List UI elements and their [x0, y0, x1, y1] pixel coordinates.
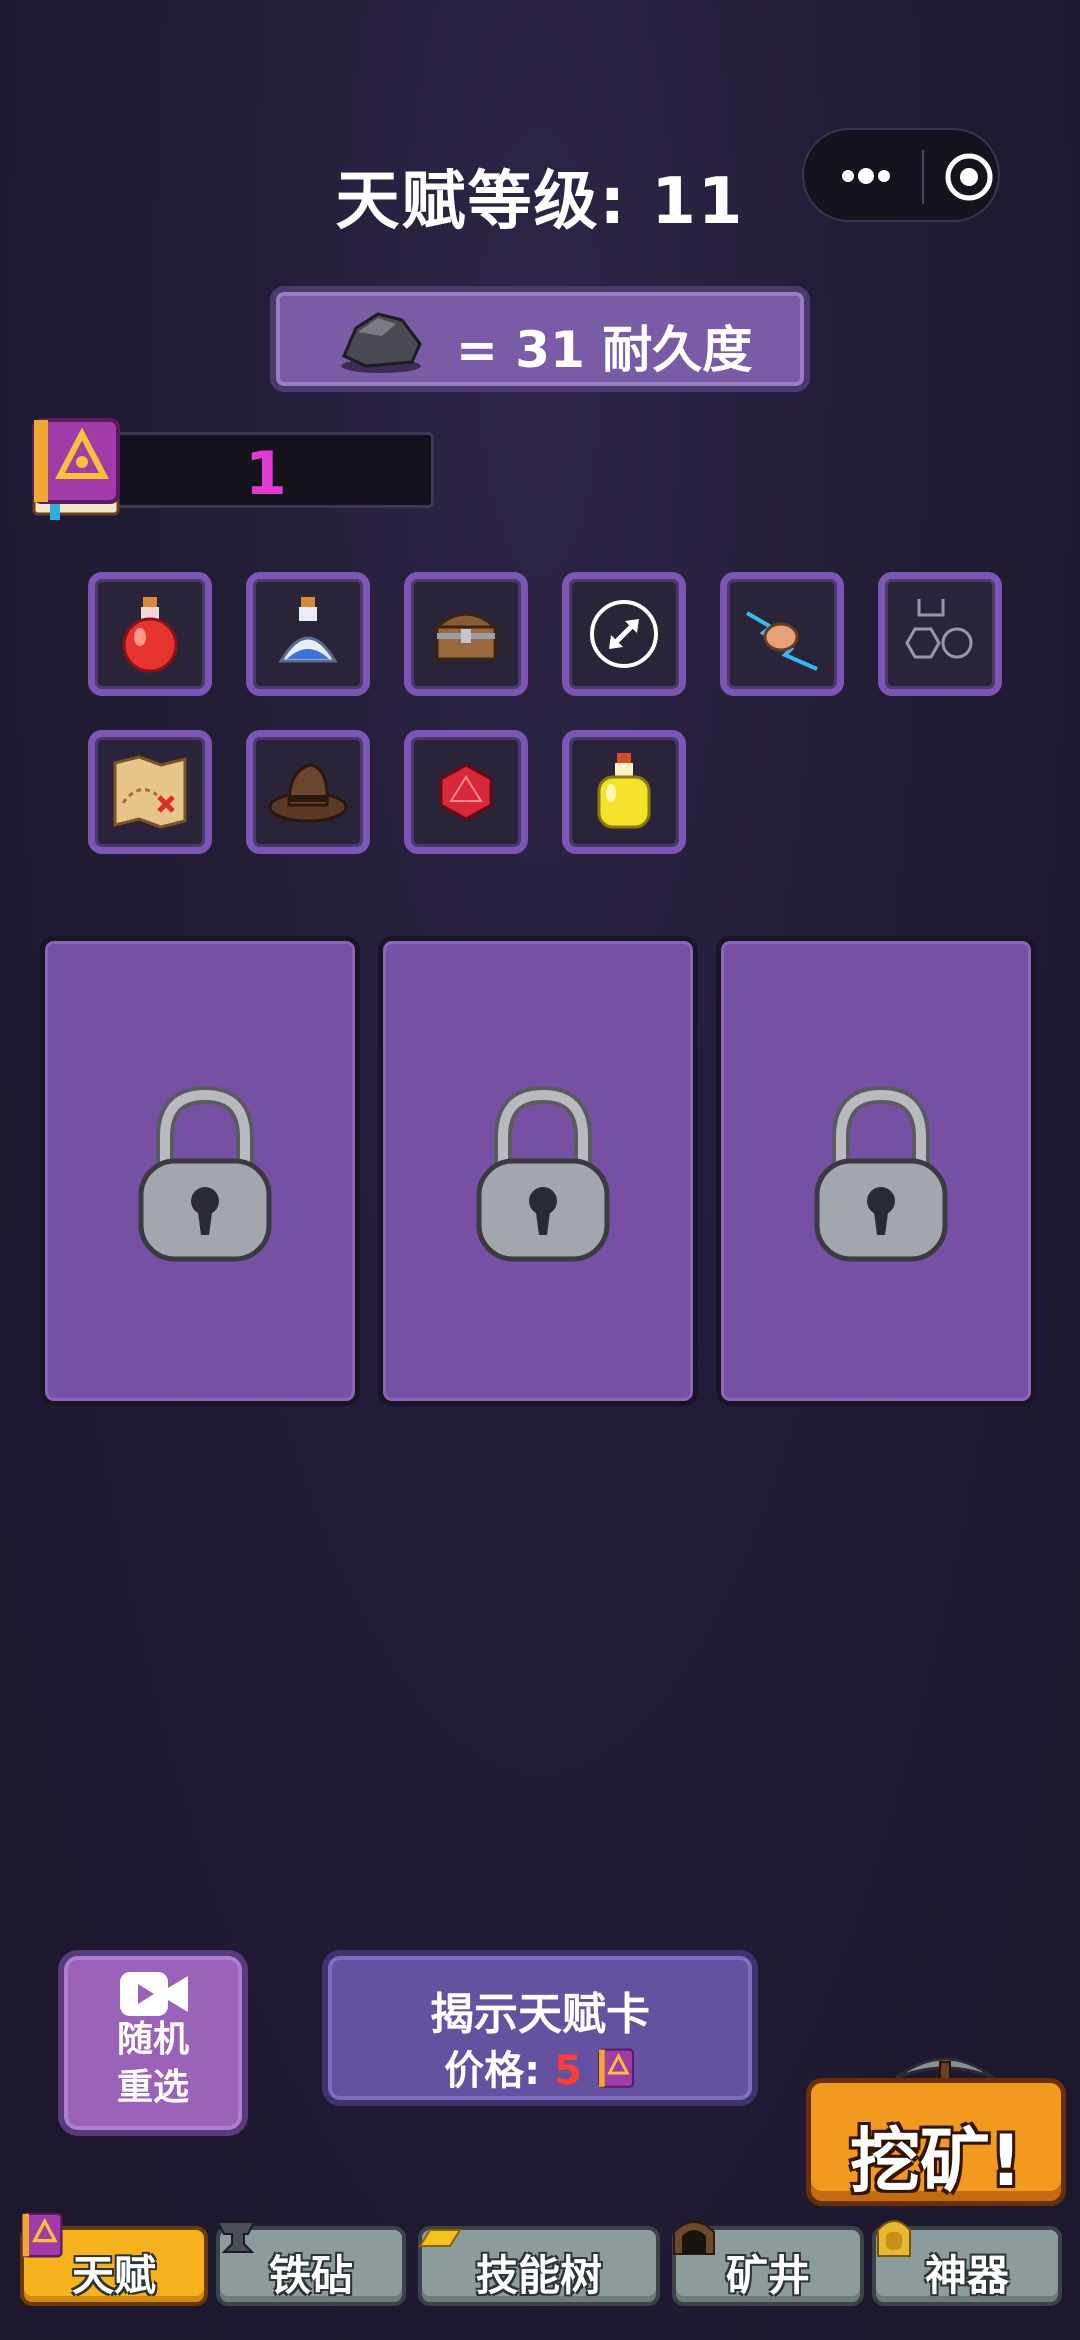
talent-slot[interactable] [404, 572, 528, 696]
padlock-icon [814, 1085, 948, 1262]
video-camera-icon [120, 1972, 188, 2016]
padlock-icon [476, 1085, 610, 1262]
lightning-fist-icon [745, 611, 818, 671]
red-potion-icon [122, 597, 178, 673]
reroll-button[interactable]: 随机 重选 [58, 1950, 248, 2136]
talent-slot[interactable] [562, 730, 686, 854]
tab-anvil[interactable]: 铁砧 [216, 2221, 406, 2306]
book-count: 1 [245, 439, 287, 509]
tab-talent[interactable]: 天赋 [20, 2212, 208, 2306]
yellow-potion-icon [597, 753, 651, 829]
reroll-label-line2: 重选 [116, 2067, 189, 2108]
tab-label: 天赋 [71, 2251, 156, 2300]
hexagon-molecule-icon [905, 599, 973, 659]
price-value: 5 [554, 2048, 582, 2094]
talent-slot[interactable] [246, 730, 370, 854]
mini-program-capsule [802, 128, 1000, 222]
mine-label: 挖矿! [850, 2120, 1022, 2202]
talent-card-locked[interactable] [378, 936, 698, 1406]
fedora-hat-icon [268, 763, 348, 823]
talent-slot[interactable] [246, 572, 370, 696]
close-miniprogram-icon[interactable] [942, 150, 996, 204]
treasure-chest-icon [433, 612, 499, 661]
talent-slot[interactable] [720, 572, 844, 696]
reveal-talent-card-button[interactable]: 揭示天赋卡 价格: 5 [322, 1950, 758, 2106]
red-d20-dice-icon [439, 763, 493, 821]
talent-card-locked[interactable] [716, 936, 1036, 1406]
talent-book-icon [597, 2048, 634, 2088]
book-progress-bar: 1 [112, 432, 434, 509]
tab-label: 技能树 [475, 2251, 602, 2300]
more-options-icon[interactable] [836, 158, 896, 194]
padlock-icon [138, 1085, 272, 1262]
tab-skill-tree[interactable]: 技能树 [418, 2226, 660, 2306]
talent-slot[interactable] [404, 730, 528, 854]
expand-arrow-icon [590, 600, 658, 668]
talent-slot[interactable] [88, 730, 212, 854]
treasure-map-icon [113, 755, 187, 829]
reveal-title: 揭示天赋卡 [430, 1989, 650, 2040]
tab-mine-shaft[interactable]: 矿井 [672, 2221, 864, 2306]
price-label: 价格: [444, 2048, 541, 2094]
talent-slot[interactable] [878, 572, 1002, 696]
talent-book-icon [32, 418, 120, 520]
blue-potion-icon [278, 597, 338, 663]
tab-artifact[interactable]: 神器 [872, 2220, 1062, 2306]
tab-label: 神器 [924, 2251, 1009, 2300]
capsule-divider [922, 150, 924, 204]
reroll-label-line1: 随机 [116, 2019, 189, 2060]
talent-card-locked[interactable] [40, 936, 360, 1406]
durability-text: = 31 耐久度 [456, 321, 753, 379]
talent-slot[interactable] [562, 572, 686, 696]
durability-banner: = 31 耐久度 [270, 286, 810, 392]
tab-label: 矿井 [725, 2251, 810, 2300]
rock-icon [341, 312, 422, 373]
mine-button[interactable]: 挖矿! [806, 2078, 1066, 2206]
talent-slot[interactable] [88, 572, 212, 696]
tab-label: 铁砧 [268, 2251, 353, 2300]
